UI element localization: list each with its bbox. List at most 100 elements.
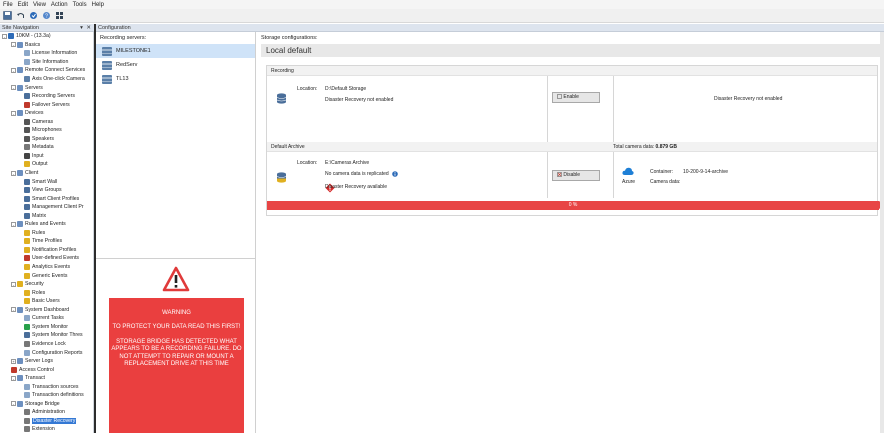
tree-item[interactable]: Smart Client Profiles — [0, 194, 93, 203]
tree-item-icon — [24, 161, 30, 168]
tree-item[interactable]: Time Profiles — [0, 237, 93, 246]
menu-tools[interactable]: Tools — [73, 2, 87, 8]
tree-item[interactable]: Cameras — [0, 117, 93, 126]
tree-item[interactable]: - Client — [0, 169, 93, 178]
tree-item[interactable]: Site Information — [0, 58, 93, 67]
collapse-icon[interactable]: - — [11, 85, 16, 91]
tree-item-label: Smart Wall — [32, 178, 58, 185]
tree-item[interactable]: Transaction definitions — [0, 391, 93, 400]
collapse-icon[interactable]: - — [11, 401, 16, 407]
tree-item[interactable]: Transaction sources — [0, 382, 93, 391]
warning-heading: WARNING — [162, 310, 191, 316]
tree-item[interactable]: - Basics — [0, 41, 93, 50]
tree-item[interactable]: Recording Servers — [0, 92, 93, 101]
tree-item[interactable]: - 10KM - (13.3a) — [0, 32, 93, 41]
tree-item-label: Cameras — [32, 118, 54, 125]
tree-item[interactable]: Output — [0, 160, 93, 169]
recording-dr-status: Disaster Recovery not enabled — [325, 97, 394, 103]
tree-item-label: Speakers — [32, 135, 54, 142]
tree-item-icon — [24, 101, 30, 108]
save-icon[interactable] — [3, 11, 12, 20]
tree-item[interactable]: Failover Servers — [0, 100, 93, 109]
recording-server-item[interactable]: RedServ — [96, 58, 255, 72]
undo-icon[interactable] — [16, 11, 25, 20]
tree-item[interactable]: System Monitor Thres — [0, 331, 93, 340]
tree-item[interactable]: Current Tasks — [0, 314, 93, 323]
menu-help[interactable]: Help — [92, 2, 104, 8]
collapse-icon[interactable]: - — [11, 110, 16, 116]
tree-item[interactable]: Matrix — [0, 211, 93, 220]
recording-server-name: MILESTONE1 — [116, 48, 151, 54]
collapse-icon[interactable]: - — [11, 375, 16, 381]
menu-action[interactable]: Action — [51, 2, 68, 8]
disable-button[interactable]: Disable — [552, 170, 600, 181]
tree-item[interactable]: - Remote Connect Services — [0, 66, 93, 75]
tree-icon[interactable] — [55, 11, 64, 20]
tree-item-icon — [24, 246, 30, 253]
tree-item-label: Microphones — [32, 127, 62, 134]
tree-item[interactable]: - Storage Bridge — [0, 400, 93, 409]
tree-item[interactable]: Roles — [0, 288, 93, 297]
pane-controls[interactable]: ▾ ✕ — [80, 24, 92, 32]
help-icon[interactable]: ? — [42, 11, 51, 20]
tree-item[interactable]: Metadata — [0, 143, 93, 152]
tree-item[interactable]: Speakers — [0, 135, 93, 144]
tree-item-label: Transaction sources — [32, 383, 79, 390]
tree-item[interactable]: Rules — [0, 229, 93, 238]
tree-item[interactable]: + Server Logs — [0, 357, 93, 366]
tree-item[interactable]: Disaster Recovery — [0, 417, 93, 426]
tree-item[interactable]: Administration — [0, 408, 93, 417]
tree-item[interactable]: - Rules and Events — [0, 220, 93, 229]
tree-item[interactable]: Smart Wall — [0, 177, 93, 186]
tree-item[interactable]: Access Control — [0, 365, 93, 374]
tree-item[interactable]: - Security — [0, 280, 93, 289]
collapse-icon[interactable]: - — [11, 307, 16, 313]
tree-item[interactable]: Generic Events — [0, 271, 93, 280]
tree-item[interactable]: Analytics Events — [0, 263, 93, 272]
collapse-icon[interactable]: - — [2, 33, 7, 39]
tree-item[interactable]: User-defined Events — [0, 254, 93, 263]
collapse-icon[interactable]: - — [11, 42, 16, 48]
menu-edit[interactable]: Edit — [18, 2, 28, 8]
tree-item[interactable]: Axis One-click Camera — [0, 75, 93, 84]
collapse-icon[interactable]: - — [11, 170, 16, 176]
recording-server-item[interactable]: TL13 — [96, 72, 255, 86]
menu-view[interactable]: View — [33, 2, 46, 8]
tree-item[interactable]: - Transact — [0, 374, 93, 383]
tree-item-icon — [24, 323, 30, 330]
tree-item[interactable]: - Devices — [0, 109, 93, 118]
tree-item[interactable]: - System Dashboard — [0, 306, 93, 315]
menu-file[interactable]: File — [3, 2, 13, 8]
tree-item[interactable]: Basic Users — [0, 297, 93, 306]
tree-item-icon — [17, 170, 23, 177]
warning-subheading: TO PROTECT YOUR DATA READ THIS FIRST! — [112, 324, 241, 331]
tree-item-label: Access Control — [19, 366, 54, 373]
tree-item-label: Output — [32, 161, 48, 168]
tree-item[interactable]: View Groups — [0, 186, 93, 195]
tree-item[interactable]: License Information — [0, 49, 93, 58]
tree-item[interactable]: Microphones — [0, 126, 93, 135]
enable-button[interactable]: Enable — [552, 92, 600, 103]
tree-item[interactable]: System Monitor — [0, 323, 93, 332]
refresh-icon[interactable] — [29, 11, 38, 20]
tree-item-label: System Monitor Thres — [32, 332, 83, 339]
tree-item[interactable]: Notification Profiles — [0, 246, 93, 255]
splitter[interactable] — [96, 258, 256, 259]
expand-icon[interactable]: + — [11, 358, 16, 364]
tree-item[interactable]: Evidence Lock — [0, 340, 93, 349]
separator — [613, 76, 614, 148]
recording-server-item[interactable]: MILESTONE1 — [96, 44, 255, 58]
tree-item[interactable]: Extension — [0, 425, 93, 433]
tree-item-label: Transact — [25, 375, 45, 382]
tree-item[interactable]: Input — [0, 152, 93, 161]
tree-item-icon — [24, 204, 30, 211]
tree-item[interactable]: Configuration Reports — [0, 348, 93, 357]
tree-item[interactable]: Management Client Pr — [0, 203, 93, 212]
collapse-icon[interactable]: - — [11, 67, 16, 73]
collapse-icon[interactable]: - — [11, 221, 16, 227]
tree-item-icon — [24, 178, 30, 185]
tree-item[interactable]: - Servers — [0, 83, 93, 92]
collapse-icon[interactable]: - — [11, 281, 16, 287]
scrollbar-edge[interactable] — [880, 32, 884, 433]
info-icon[interactable] — [392, 171, 398, 177]
